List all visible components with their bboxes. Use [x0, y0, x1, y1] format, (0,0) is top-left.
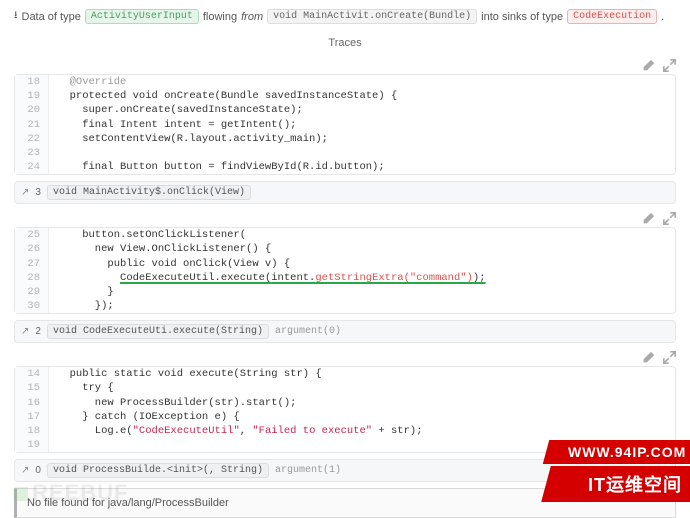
expand-icon[interactable]	[663, 59, 676, 72]
source-type-tag[interactable]: ActivityUserInput	[85, 9, 199, 24]
code-content	[49, 438, 57, 452]
code-content: final Intent intent = getIntent();	[49, 118, 296, 132]
trace-step-arg: argument(1)	[275, 465, 341, 476]
header-mid2: into sinks of type	[481, 11, 563, 23]
line-number: 18	[15, 75, 49, 89]
code-line: 29 }	[15, 285, 675, 299]
banner-url: WWW.94IP.COM	[542, 440, 690, 464]
code-line: 15 try {	[15, 381, 675, 395]
edit-icon[interactable]	[642, 351, 655, 364]
trace-arrow-icon: ↗	[21, 187, 29, 198]
sink-type-tag[interactable]: CodeExecution	[567, 9, 657, 24]
trace-step-num: 0	[35, 465, 41, 476]
code-line: 22 setContentView(R.layout.activity_main…	[15, 132, 675, 146]
line-number: 28	[15, 271, 49, 285]
code-content: new View.OnClickListener() {	[49, 242, 271, 256]
line-number: 29	[15, 285, 49, 299]
code-content: @Override	[49, 75, 126, 89]
code-toolbar	[14, 349, 676, 366]
expand-icon[interactable]	[663, 351, 676, 364]
code-content: public void onClick(View v) {	[49, 257, 290, 271]
watermark-text: REEBUF	[32, 480, 128, 505]
line-number: 19	[15, 438, 49, 452]
code-toolbar	[14, 210, 676, 227]
header-mid1i: from	[241, 11, 263, 23]
line-number: 17	[15, 410, 49, 424]
code-content: final Button button = findViewById(R.id.…	[49, 160, 385, 174]
code-line: 21 final Intent intent = getIntent();	[15, 118, 675, 132]
code-toolbar	[14, 57, 676, 74]
code-line: 16 new ProcessBuilder(str).start();	[15, 396, 675, 410]
header-prefix: Data of type	[22, 11, 81, 23]
code-content: protected void onCreate(Bundle savedInst…	[49, 89, 397, 103]
code-line: 28 CodeExecuteUtil.execute(intent.getStr…	[15, 271, 675, 285]
trace-arrow-icon: ↗	[21, 465, 29, 476]
watermark-logo: REEBUF	[14, 480, 128, 506]
down-arrow-icon: ⭳	[14, 8, 18, 25]
line-number: 27	[15, 257, 49, 271]
line-number: 24	[15, 160, 49, 174]
code-content: }	[49, 285, 114, 299]
trace-step-1[interactable]: ↗ 3 void MainActivity$.onClick(View)	[14, 181, 676, 204]
line-number: 19	[15, 89, 49, 103]
code-line: 19 protected void onCreate(Bundle savedI…	[15, 89, 675, 103]
line-number: 25	[15, 228, 49, 242]
promo-banner: WWW.94IP.COM IT运维空间	[546, 440, 690, 502]
code-line: 14 public static void execute(String str…	[15, 367, 675, 381]
expand-icon[interactable]	[663, 212, 676, 225]
header-mid1: flowing	[203, 11, 237, 23]
line-number: 18	[15, 424, 49, 438]
banner-title: IT运维空间	[541, 466, 690, 502]
line-number: 14	[15, 367, 49, 381]
code-content: new ProcessBuilder(str).start();	[49, 396, 296, 410]
code-content: Log.e("CodeExecuteUtil", "Failed to exec…	[49, 424, 423, 438]
trace-step-method: void CodeExecuteUti.execute(String)	[47, 324, 269, 339]
code-content: super.onCreate(savedInstanceState);	[49, 103, 303, 117]
code-line: 30 });	[15, 299, 675, 313]
section-title-traces: Traces	[0, 33, 690, 57]
line-number: 15	[15, 381, 49, 395]
trace-step-num: 3	[35, 187, 41, 198]
trace-step-method: void ProcessBuilde.<init>(, String)	[47, 463, 269, 478]
edit-icon[interactable]	[642, 59, 655, 72]
code-content	[49, 146, 57, 160]
method-tag[interactable]: void MainActivit.onCreate(Bundle)	[267, 9, 477, 24]
line-number: 16	[15, 396, 49, 410]
trace-step-method: void MainActivity$.onClick(View)	[47, 185, 251, 200]
code-line: 26 new View.OnClickListener() {	[15, 242, 675, 256]
edit-icon[interactable]	[642, 212, 655, 225]
code-line: 20 super.onCreate(savedInstanceState);	[15, 103, 675, 117]
code-content: } catch (IOException e) {	[49, 410, 240, 424]
line-number: 20	[15, 103, 49, 117]
trace-step-2[interactable]: ↗ 2 void CodeExecuteUti.execute(String) …	[14, 320, 676, 343]
line-number: 30	[15, 299, 49, 313]
header-period: .	[661, 11, 664, 23]
code-line: 25 button.setOnClickListener(	[15, 228, 675, 242]
code-block-1: 18 @Override19 protected void onCreate(B…	[14, 74, 676, 175]
watermark-icon	[14, 487, 28, 501]
line-number: 21	[15, 118, 49, 132]
code-line: 18 Log.e("CodeExecuteUtil", "Failed to e…	[15, 424, 675, 438]
code-line: 27 public void onClick(View v) {	[15, 257, 675, 271]
code-content: button.setOnClickListener(	[49, 228, 246, 242]
trace-arrow-icon: ↗	[21, 326, 29, 337]
data-flow-header: ⭳ Data of type ActivityUserInput flowing…	[0, 0, 690, 33]
line-number: 26	[15, 242, 49, 256]
line-number: 22	[15, 132, 49, 146]
trace-step-arg: argument(0)	[275, 326, 341, 337]
code-block-2: 25 button.setOnClickListener(26 new View…	[14, 227, 676, 314]
code-content: setContentView(R.layout.activity_main);	[49, 132, 328, 146]
code-content: public static void execute(String str) {	[49, 367, 322, 381]
code-line: 17 } catch (IOException e) {	[15, 410, 675, 424]
code-line: 23	[15, 146, 675, 160]
code-line: 24 final Button button = findViewById(R.…	[15, 160, 675, 174]
code-content: try {	[49, 381, 114, 395]
line-number: 23	[15, 146, 49, 160]
trace-step-num: 2	[35, 326, 41, 337]
code-line: 18 @Override	[15, 75, 675, 89]
code-content: });	[49, 299, 114, 313]
code-content: CodeExecuteUtil.execute(intent.getString…	[49, 271, 486, 285]
